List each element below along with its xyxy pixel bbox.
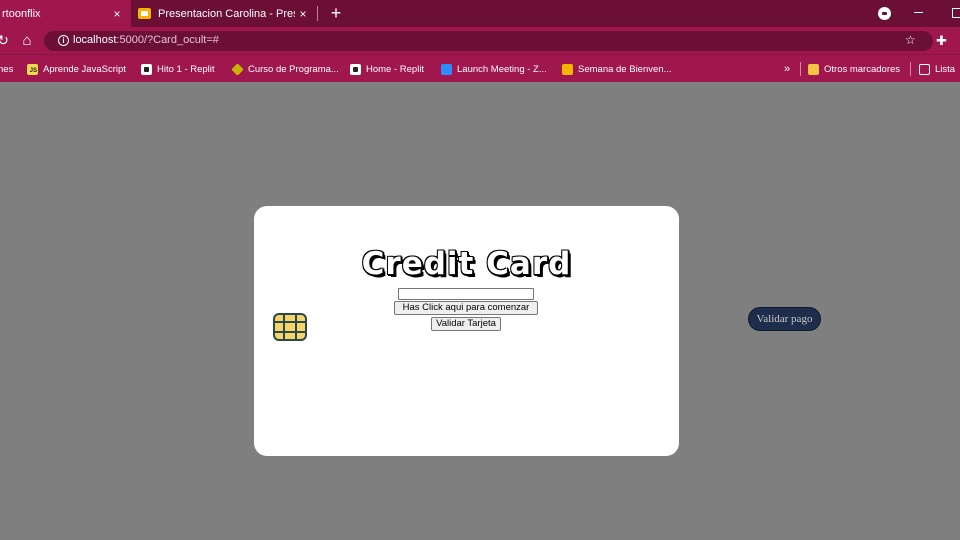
tab-close-icon[interactable]: × — [295, 7, 311, 21]
card-chip-icon — [273, 313, 307, 341]
bookmark-label: nes — [0, 63, 14, 75]
replit-icon — [350, 63, 361, 75]
bookmark-label: Curso de Programa... — [248, 63, 339, 75]
replit-icon — [141, 63, 152, 75]
bookmark-label: Launch Meeting - Z... — [457, 63, 547, 75]
js-icon: JS — [27, 63, 38, 75]
reload-icon[interactable]: ↻ — [0, 27, 10, 54]
bookmark-item[interactable]: Curso de Programa... — [231, 55, 339, 83]
meeting-icon — [441, 63, 452, 75]
bookmark-label: Home - Replit — [366, 63, 425, 75]
bookmark-divider — [910, 62, 911, 76]
reading-list[interactable]: Lista — [919, 55, 955, 83]
bookmark-label: Semana de Bienven... — [578, 63, 672, 75]
url-text[interactable]: localhost:5000/?Card_ocult=# — [73, 33, 219, 48]
start-button[interactable]: Has Click aqui para comenzar — [394, 301, 538, 315]
folder-icon — [808, 63, 819, 75]
bookmark-divider — [800, 62, 801, 76]
tab-presentacion[interactable]: Presentacion Carolina - Presenta × — [131, 0, 317, 27]
minimize-icon[interactable] — [914, 12, 923, 13]
home-icon[interactable]: ⌂ — [18, 27, 36, 54]
bookmark-item[interactable]: Launch Meeting - Z... — [441, 55, 547, 83]
info-icon[interactable]: i — [58, 35, 69, 46]
bookmark-label: Hito 1 - Replit — [157, 63, 215, 75]
bookmark-item[interactable]: Home - Replit — [350, 55, 424, 83]
card-title: Credit Card — [361, 246, 572, 282]
bookmark-label: Otros marcadores — [824, 63, 901, 75]
diamond-icon — [231, 62, 244, 76]
tab-title: rtoonflix — [2, 7, 41, 20]
bookmark-item[interactable]: nes — [0, 55, 13, 83]
tab-divider — [317, 6, 318, 21]
profile-icon[interactable] — [878, 7, 891, 20]
url-path: :5000/?Card_ocult=# — [116, 34, 219, 46]
bookmark-item[interactable]: Semana de Bienven... — [562, 55, 671, 83]
tab-strip: rtoonflix × Presentacion Carolina - Pres… — [0, 0, 960, 27]
star-icon[interactable]: ☆ — [905, 33, 916, 48]
slides-icon — [138, 8, 151, 19]
validate-payment-button[interactable]: Validar pago — [748, 307, 821, 331]
tab-title: Presentacion Carolina - Presenta — [158, 7, 295, 20]
new-tab-button[interactable]: + — [326, 3, 346, 23]
other-bookmarks[interactable]: Otros marcadores — [808, 55, 900, 83]
extensions-icon[interactable]: ✚ — [936, 33, 947, 48]
slides-icon — [562, 63, 573, 75]
validate-card-button[interactable]: Validar Tarjeta — [431, 317, 501, 331]
bookmarks-overflow-button[interactable]: » — [784, 55, 790, 83]
bookmark-item[interactable]: JS Aprende JavaScript — [27, 55, 126, 83]
bookmark-item[interactable]: Hito 1 - Replit — [141, 55, 215, 83]
tab-close-icon[interactable]: × — [109, 7, 125, 21]
credit-card: Credit Card Has Click aqui para comenzar… — [254, 206, 679, 456]
tab-cartoonflix[interactable]: rtoonflix × — [0, 0, 131, 27]
bookmarks-bar: nes JS Aprende JavaScript Hito 1 - Repli… — [0, 54, 960, 82]
bookmark-label: Lista — [935, 63, 956, 75]
card-number-input[interactable] — [398, 288, 534, 300]
maximize-icon[interactable] — [952, 8, 960, 18]
url-host: localhost — [73, 34, 117, 46]
reading-list-icon — [919, 63, 930, 75]
bookmark-label: Aprende JavaScript — [43, 63, 126, 75]
